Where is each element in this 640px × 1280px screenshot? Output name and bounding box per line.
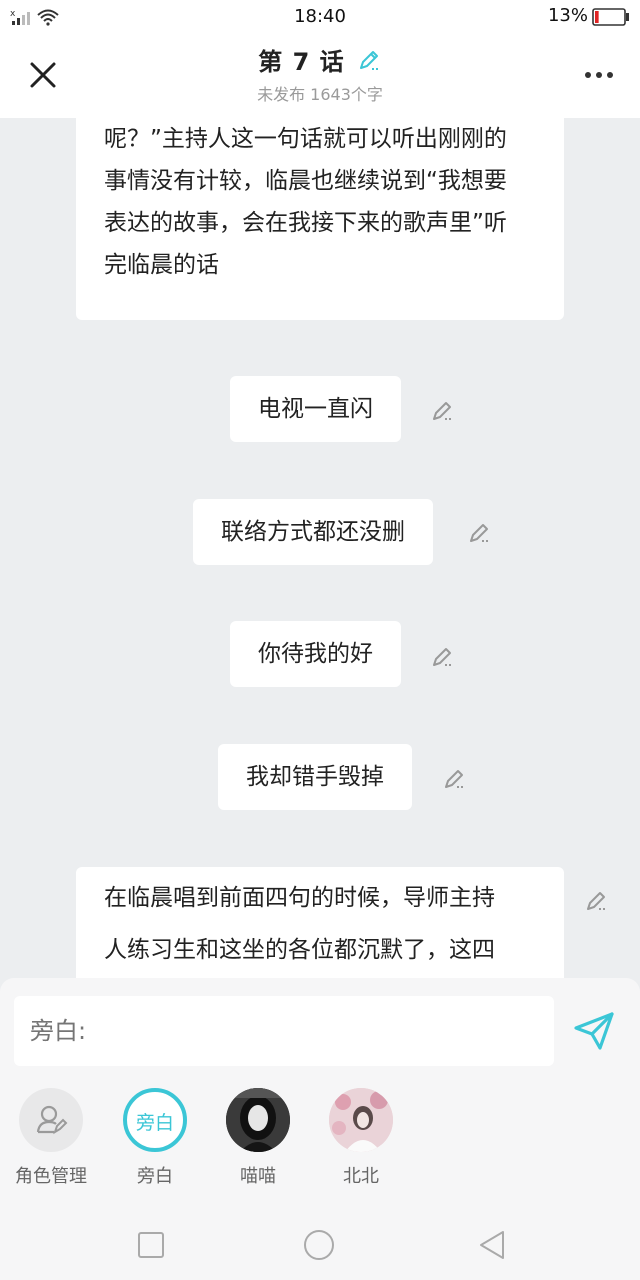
battery-icon [592,8,629,26]
header-bar: 第 7 话 未发布 1643个字 [0,34,640,118]
role-miaomiao[interactable]: 喵喵 [213,1088,303,1188]
edit-pencil-icon[interactable] [584,888,610,914]
narration-line: 表达的故事，会在我接下来的歌声里”听 [104,210,507,236]
edit-pencil-icon[interactable] [467,520,493,546]
narration-line: 事情没有计较，临晨也继续说到“我想要 [104,168,507,194]
dialogue-bubble[interactable]: 我却错手毁掉 [218,744,412,810]
edit-pencil-icon[interactable] [430,398,456,424]
story-content: 呢？”主持人这一句话就可以听出刚刚的 事情没有计较，临晨也继续说到“我想要 表达… [0,118,640,980]
square-icon[interactable] [134,1228,168,1262]
role-manage-button[interactable]: 角色管理 [6,1088,96,1188]
narration-line: 在临晨唱到前面四句的时候，导师主持 [104,885,495,911]
narration-input[interactable] [14,996,554,1066]
chapter-subtitle: 未发布 1643个字 [257,85,383,104]
dialogue-text: 我却错手毁掉 [246,764,384,790]
send-icon[interactable] [572,1008,616,1052]
edit-pencil-icon[interactable] [430,644,456,670]
narration-bubble[interactable]: 在临晨唱到前面四句的时候，导师主持 人练习生和这坐的各位都沉默了，这四 [76,867,564,980]
avatar [226,1088,290,1152]
portrait-image [329,1088,393,1152]
edit-pencil-icon[interactable] [442,766,468,792]
narration-line: 呢？”主持人这一句话就可以听出刚刚的 [104,126,507,152]
portrait-image [226,1088,290,1152]
narration-line: 人练习生和这坐的各位都沉默了，这四 [104,937,495,963]
battery-percent: 13% [547,5,588,26]
circle-icon[interactable] [302,1228,336,1262]
title-block: 第 7 话 未发布 1643个字 [0,42,640,105]
avatar [329,1088,393,1152]
role-label: 角色管理 [15,1166,87,1187]
narration-line: 完临晨的话 [104,252,219,278]
role-manage-avatar [19,1088,83,1152]
edit-pencil-icon[interactable] [356,47,382,73]
role-label: 旁白 [137,1166,173,1187]
role-manage-icon [36,1105,68,1135]
narrator-avatar: 旁白 [123,1088,187,1152]
more-icon[interactable] [584,70,614,80]
status-time: 18:40 [294,6,346,27]
composer-panel: 角色管理 旁白 旁白 喵喵 [0,978,640,1208]
role-beibei[interactable]: 北北 [316,1088,406,1188]
role-narrator[interactable]: 旁白 旁白 [110,1088,200,1188]
system-nav-bar [0,1208,640,1280]
role-label: 北北 [343,1166,379,1187]
narrator-badge: 旁白 [135,1112,174,1134]
narration-bubble[interactable]: 呢？”主持人这一句话就可以听出刚刚的 事情没有计较，临晨也继续说到“我想要 表达… [76,118,564,320]
app-screen: x 18:40 13% 第 7 话 未发布 1643个字 呢？”主持人这一句话就… [0,0,640,1280]
dialogue-bubble[interactable]: 联络方式都还没删 [193,499,433,565]
status-bar: x 18:40 13% [0,0,640,34]
dialogue-text: 联络方式都还没删 [221,519,405,545]
back-triangle-icon[interactable] [476,1228,510,1262]
dialogue-bubble[interactable]: 你待我的好 [230,621,401,687]
dialogue-text: 你待我的好 [258,641,373,667]
role-label: 喵喵 [240,1166,276,1187]
chapter-title: 第 7 话 [258,48,345,76]
dialogue-bubble[interactable]: 电视一直闪 [230,376,401,442]
dialogue-text: 电视一直闪 [258,396,373,422]
